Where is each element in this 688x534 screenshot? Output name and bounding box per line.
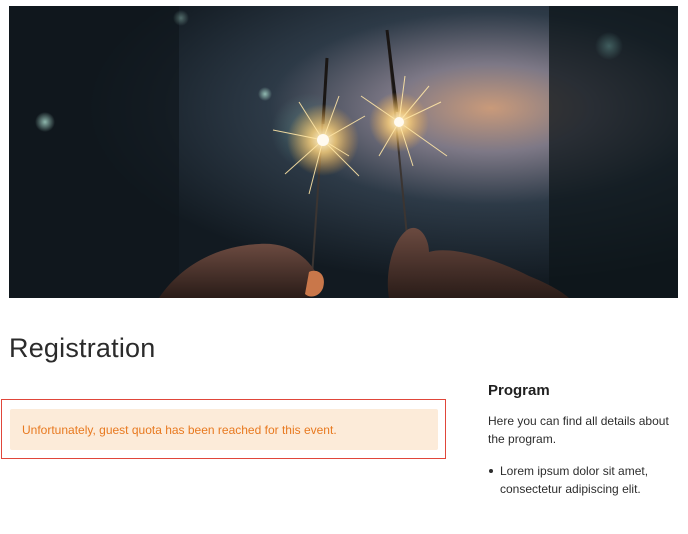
program-list: Lorem ipsum dolor sit amet, consectetur … bbox=[488, 462, 683, 498]
list-item-label: Lorem ipsum dolor sit amet, consectetur … bbox=[500, 464, 649, 496]
program-sidebar: Program Here you can find all details ab… bbox=[488, 380, 683, 498]
sidebar-title: Program bbox=[488, 382, 550, 399]
list-item: Lorem ipsum dolor sit amet, consectetur … bbox=[488, 462, 683, 498]
bullet-icon bbox=[489, 469, 493, 473]
sparklers-photo-icon bbox=[9, 6, 678, 298]
guest-quota-alert: Unfortunately, guest quota has been reac… bbox=[10, 409, 438, 450]
event-hero-image bbox=[9, 6, 678, 298]
sidebar-description: Here you can find all details about the … bbox=[488, 414, 669, 446]
page-title: Registration bbox=[9, 333, 156, 363]
alert-message: Unfortunately, guest quota has been reac… bbox=[22, 422, 337, 437]
